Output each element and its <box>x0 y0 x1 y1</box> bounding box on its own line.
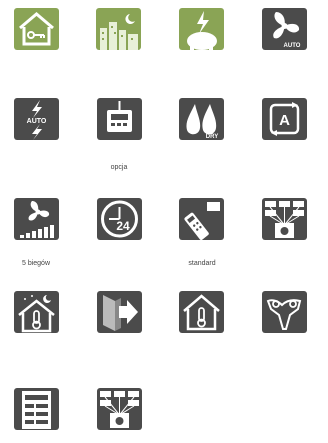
control-panel-list-icon <box>14 388 59 430</box>
remote-control-icon <box>179 198 224 240</box>
central-control-icon <box>262 198 307 240</box>
fan-auto-icon: AUTO <box>262 8 307 50</box>
auto-letter: A <box>279 112 290 129</box>
auto-badge: AUTO <box>27 118 47 125</box>
night-city-icon <box>96 8 141 50</box>
option-caption: opcja <box>110 164 128 171</box>
fan-speeds-caption: 5 biegów <box>21 260 51 267</box>
auto-badge: AUTO <box>284 43 301 49</box>
fan-speeds-icon <box>14 198 59 240</box>
wall-airflow-icon <box>97 291 142 333</box>
network-control-icon <box>97 388 142 430</box>
dry-badge: DRY <box>206 134 218 140</box>
wired-controller-icon <box>97 98 142 140</box>
power-piggy-bank-icon <box>179 8 224 50</box>
home-key-icon <box>14 8 59 50</box>
auto-mode-icon: A <box>262 98 307 140</box>
night-home-thermometer-icon <box>14 291 59 333</box>
timer-24h-icon: 24 <box>97 198 142 240</box>
standard-caption: standard <box>188 260 216 267</box>
auto-restart-icon: AUTO <box>14 98 59 140</box>
timer-number: 24 <box>116 219 130 233</box>
home-thermometer-icon <box>179 291 224 333</box>
dry-mode-icon: DRY <box>179 98 224 140</box>
comfort-people-icon <box>262 291 307 333</box>
